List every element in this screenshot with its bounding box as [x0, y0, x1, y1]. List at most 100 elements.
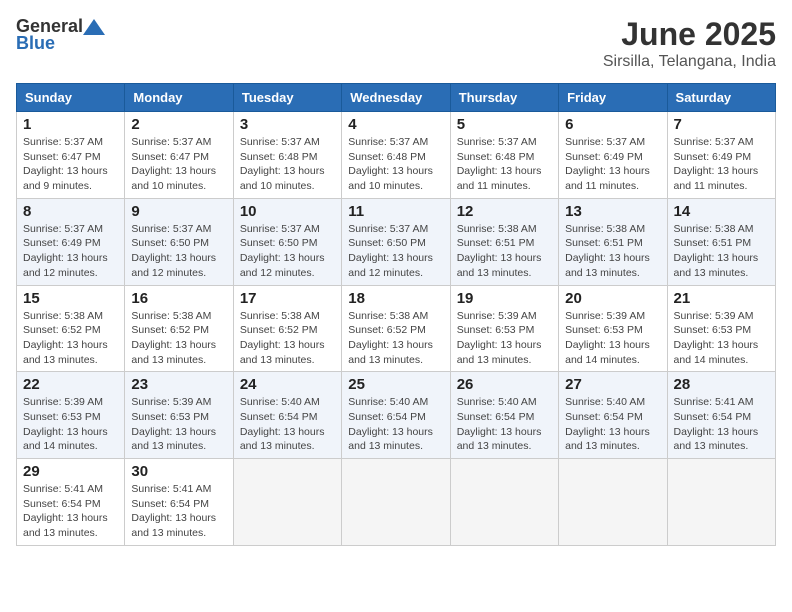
day-number: 2 [131, 116, 226, 133]
day-number: 10 [240, 203, 335, 220]
day-info: Sunrise: 5:39 AMSunset: 6:53 PMDaylight:… [457, 309, 552, 368]
day-info: Sunrise: 5:38 AMSunset: 6:52 PMDaylight:… [23, 309, 118, 368]
day-number: 30 [131, 463, 226, 480]
calendar-cell [342, 459, 450, 546]
calendar-cell: 11 Sunrise: 5:37 AMSunset: 6:50 PMDayligh… [342, 198, 450, 285]
calendar-week-row: 1 Sunrise: 5:37 AMSunset: 6:47 PMDaylight… [17, 112, 776, 199]
day-number: 9 [131, 203, 226, 220]
day-info: Sunrise: 5:38 AMSunset: 6:52 PMDaylight:… [348, 309, 443, 368]
day-number: 28 [674, 376, 769, 393]
day-number: 21 [674, 290, 769, 307]
calendar-cell: 2 Sunrise: 5:37 AMSunset: 6:47 PMDaylight… [125, 112, 233, 199]
calendar-cell: 17Sunrise: 5:38 AMSunset: 6:52 PMDayligh… [233, 285, 341, 372]
calendar-cell: 20 Sunrise: 5:39 AMSunset: 6:53 PMDayligh… [559, 285, 667, 372]
day-info: Sunrise: 5:38 AMSunset: 6:52 PMDaylight:… [240, 309, 335, 368]
day-info: Sunrise: 5:39 AMSunset: 6:53 PMDaylight:… [131, 395, 226, 454]
calendar-cell: 16Sunrise: 5:38 AMSunset: 6:52 PMDayligh… [125, 285, 233, 372]
day-info: Sunrise: 5:40 AMSunset: 6:54 PMDaylight:… [457, 395, 552, 454]
calendar-week-row: 29 Sunrise: 5:41 AMSunset: 6:54 PMDayligh… [17, 459, 776, 546]
day-info: Sunrise: 5:37 AMSunset: 6:48 PMDaylight:… [457, 135, 552, 194]
day-info: Sunrise: 5:40 AMSunset: 6:54 PMDaylight:… [348, 395, 443, 454]
day-info: Sunrise: 5:37 AMSunset: 6:49 PMDaylight:… [565, 135, 660, 194]
calendar-subtitle: Sirsilla, Telangana, India [603, 53, 776, 71]
day-info: Sunrise: 5:39 AMSunset: 6:53 PMDaylight:… [23, 395, 118, 454]
title-section: June 2025 Sirsilla, Telangana, India [603, 16, 776, 71]
column-header-sunday: Sunday [17, 84, 125, 112]
day-number: 14 [674, 203, 769, 220]
calendar-cell: 26 Sunrise: 5:40 AMSunset: 6:54 PMDayligh… [450, 372, 558, 459]
calendar-table: SundayMondayTuesdayWednesdayThursdayFrid… [16, 83, 776, 546]
calendar-cell: 9Sunrise: 5:37 AMSunset: 6:50 PMDaylight… [125, 198, 233, 285]
calendar-cell: 27 Sunrise: 5:40 AMSunset: 6:54 PMDayligh… [559, 372, 667, 459]
day-info: Sunrise: 5:40 AMSunset: 6:54 PMDaylight:… [240, 395, 335, 454]
calendar-cell: 22 Sunrise: 5:39 AMSunset: 6:53 PMDayligh… [17, 372, 125, 459]
calendar-cell: 7Sunrise: 5:37 AMSunset: 6:49 PMDaylight… [667, 112, 775, 199]
calendar-week-row: 8 Sunrise: 5:37 AMSunset: 6:49 PMDaylight… [17, 198, 776, 285]
day-number: 23 [131, 376, 226, 393]
day-number: 5 [457, 116, 552, 133]
column-header-friday: Friday [559, 84, 667, 112]
calendar-cell [450, 459, 558, 546]
calendar-cell: 28Sunrise: 5:41 AMSunset: 6:54 PMDayligh… [667, 372, 775, 459]
calendar-cell: 14 Sunrise: 5:38 AMSunset: 6:51 PMDayligh… [667, 198, 775, 285]
day-info: Sunrise: 5:41 AMSunset: 6:54 PMDaylight:… [23, 482, 118, 541]
day-info: Sunrise: 5:37 AMSunset: 6:50 PMDaylight:… [348, 222, 443, 281]
column-header-thursday: Thursday [450, 84, 558, 112]
day-number: 18 [348, 290, 443, 307]
day-number: 11 [348, 203, 443, 220]
day-number: 8 [23, 203, 118, 220]
calendar-header-row: SundayMondayTuesdayWednesdayThursdayFrid… [17, 84, 776, 112]
column-header-saturday: Saturday [667, 84, 775, 112]
day-number: 15 [23, 290, 118, 307]
column-header-monday: Monday [125, 84, 233, 112]
day-info: Sunrise: 5:37 AMSunset: 6:49 PMDaylight:… [674, 135, 769, 194]
calendar-cell: 10 Sunrise: 5:37 AMSunset: 6:50 PMDayligh… [233, 198, 341, 285]
calendar-cell: 1Sunrise: 5:37 AMSunset: 6:47 PMDaylight… [17, 112, 125, 199]
calendar-cell: 21 Sunrise: 5:39 AMSunset: 6:53 PMDayligh… [667, 285, 775, 372]
calendar-cell: 24 Sunrise: 5:40 AMSunset: 6:54 PMDayligh… [233, 372, 341, 459]
day-info: Sunrise: 5:37 AMSunset: 6:50 PMDaylight:… [240, 222, 335, 281]
calendar-cell [559, 459, 667, 546]
day-number: 1 [23, 116, 118, 133]
day-info: Sunrise: 5:38 AMSunset: 6:52 PMDaylight:… [131, 309, 226, 368]
day-info: Sunrise: 5:38 AMSunset: 6:51 PMDaylight:… [565, 222, 660, 281]
day-info: Sunrise: 5:37 AMSunset: 6:47 PMDaylight:… [131, 135, 226, 194]
day-number: 27 [565, 376, 660, 393]
calendar-week-row: 22 Sunrise: 5:39 AMSunset: 6:53 PMDayligh… [17, 372, 776, 459]
day-number: 3 [240, 116, 335, 133]
day-info: Sunrise: 5:40 AMSunset: 6:54 PMDaylight:… [565, 395, 660, 454]
day-info: Sunrise: 5:37 AMSunset: 6:48 PMDaylight:… [348, 135, 443, 194]
day-info: Sunrise: 5:37 AMSunset: 6:48 PMDaylight:… [240, 135, 335, 194]
calendar-cell: 12 Sunrise: 5:38 AMSunset: 6:51 PMDayligh… [450, 198, 558, 285]
page-header: General Blue June 2025 Sirsilla, Telanga… [16, 16, 776, 71]
day-number: 24 [240, 376, 335, 393]
day-number: 20 [565, 290, 660, 307]
calendar-cell: 18 Sunrise: 5:38 AMSunset: 6:52 PMDayligh… [342, 285, 450, 372]
day-info: Sunrise: 5:38 AMSunset: 6:51 PMDaylight:… [457, 222, 552, 281]
logo: General Blue [16, 16, 105, 54]
calendar-cell: 3 Sunrise: 5:37 AMSunset: 6:48 PMDaylight… [233, 112, 341, 199]
calendar-cell: 5 Sunrise: 5:37 AMSunset: 6:48 PMDaylight… [450, 112, 558, 199]
day-number: 22 [23, 376, 118, 393]
calendar-cell: 23 Sunrise: 5:39 AMSunset: 6:53 PMDayligh… [125, 372, 233, 459]
calendar-cell: 4 Sunrise: 5:37 AMSunset: 6:48 PMDaylight… [342, 112, 450, 199]
day-info: Sunrise: 5:39 AMSunset: 6:53 PMDaylight:… [674, 309, 769, 368]
calendar-cell: 15 Sunrise: 5:38 AMSunset: 6:52 PMDayligh… [17, 285, 125, 372]
calendar-week-row: 15 Sunrise: 5:38 AMSunset: 6:52 PMDayligh… [17, 285, 776, 372]
day-info: Sunrise: 5:41 AMSunset: 6:54 PMDaylight:… [131, 482, 226, 541]
day-number: 4 [348, 116, 443, 133]
day-info: Sunrise: 5:39 AMSunset: 6:53 PMDaylight:… [565, 309, 660, 368]
calendar-cell: 19 Sunrise: 5:39 AMSunset: 6:53 PMDayligh… [450, 285, 558, 372]
day-number: 12 [457, 203, 552, 220]
logo-blue-text: Blue [16, 33, 55, 54]
day-number: 19 [457, 290, 552, 307]
calendar-cell: 30 Sunrise: 5:41 AMSunset: 6:54 PMDayligh… [125, 459, 233, 546]
calendar-title: June 2025 [603, 16, 776, 53]
day-number: 25 [348, 376, 443, 393]
day-info: Sunrise: 5:37 AMSunset: 6:49 PMDaylight:… [23, 222, 118, 281]
calendar-cell: 6Sunrise: 5:37 AMSunset: 6:49 PMDaylight… [559, 112, 667, 199]
day-number: 26 [457, 376, 552, 393]
day-number: 29 [23, 463, 118, 480]
day-info: Sunrise: 5:38 AMSunset: 6:51 PMDaylight:… [674, 222, 769, 281]
calendar-cell: 25 Sunrise: 5:40 AMSunset: 6:54 PMDayligh… [342, 372, 450, 459]
